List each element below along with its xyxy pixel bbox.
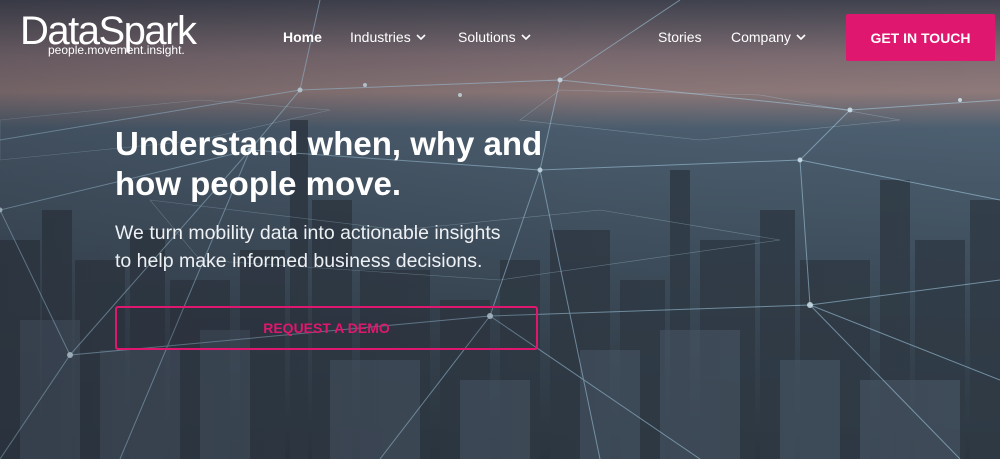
nav-item-industries[interactable]: Industries xyxy=(350,28,427,46)
nav-item-solutions[interactable]: Solutions xyxy=(458,28,532,46)
chevron-down-icon xyxy=(796,34,806,41)
chevron-down-icon xyxy=(521,34,531,41)
nav-item-label: Stories xyxy=(658,29,702,45)
nav-item-label: Industries xyxy=(350,29,411,45)
nav-item-label: Home xyxy=(283,29,322,45)
nav-item-label: Company xyxy=(731,29,791,45)
get-in-touch-button[interactable]: GET IN TOUCH xyxy=(846,14,995,61)
headline-line: Understand when, why and xyxy=(115,125,543,162)
nav-item-home[interactable]: Home xyxy=(283,28,322,46)
nav-item-label: Solutions xyxy=(458,29,516,45)
headline-line: how people move. xyxy=(115,165,402,202)
request-demo-button[interactable]: REQUEST A DEMO xyxy=(115,306,538,350)
hero-section: DataSpark people.movement.insight. Home … xyxy=(0,0,1000,459)
hero-subtext: We turn mobility data into actionable in… xyxy=(115,219,555,275)
subtext-line: to help make informed business decisions… xyxy=(115,250,483,272)
hero-headline: Understand when, why and how people move… xyxy=(115,124,575,204)
chevron-down-icon xyxy=(416,34,426,41)
nav-item-stories[interactable]: Stories xyxy=(658,28,702,46)
subtext-line: We turn mobility data into actionable in… xyxy=(115,222,501,244)
nav-item-company[interactable]: Company xyxy=(731,28,807,46)
